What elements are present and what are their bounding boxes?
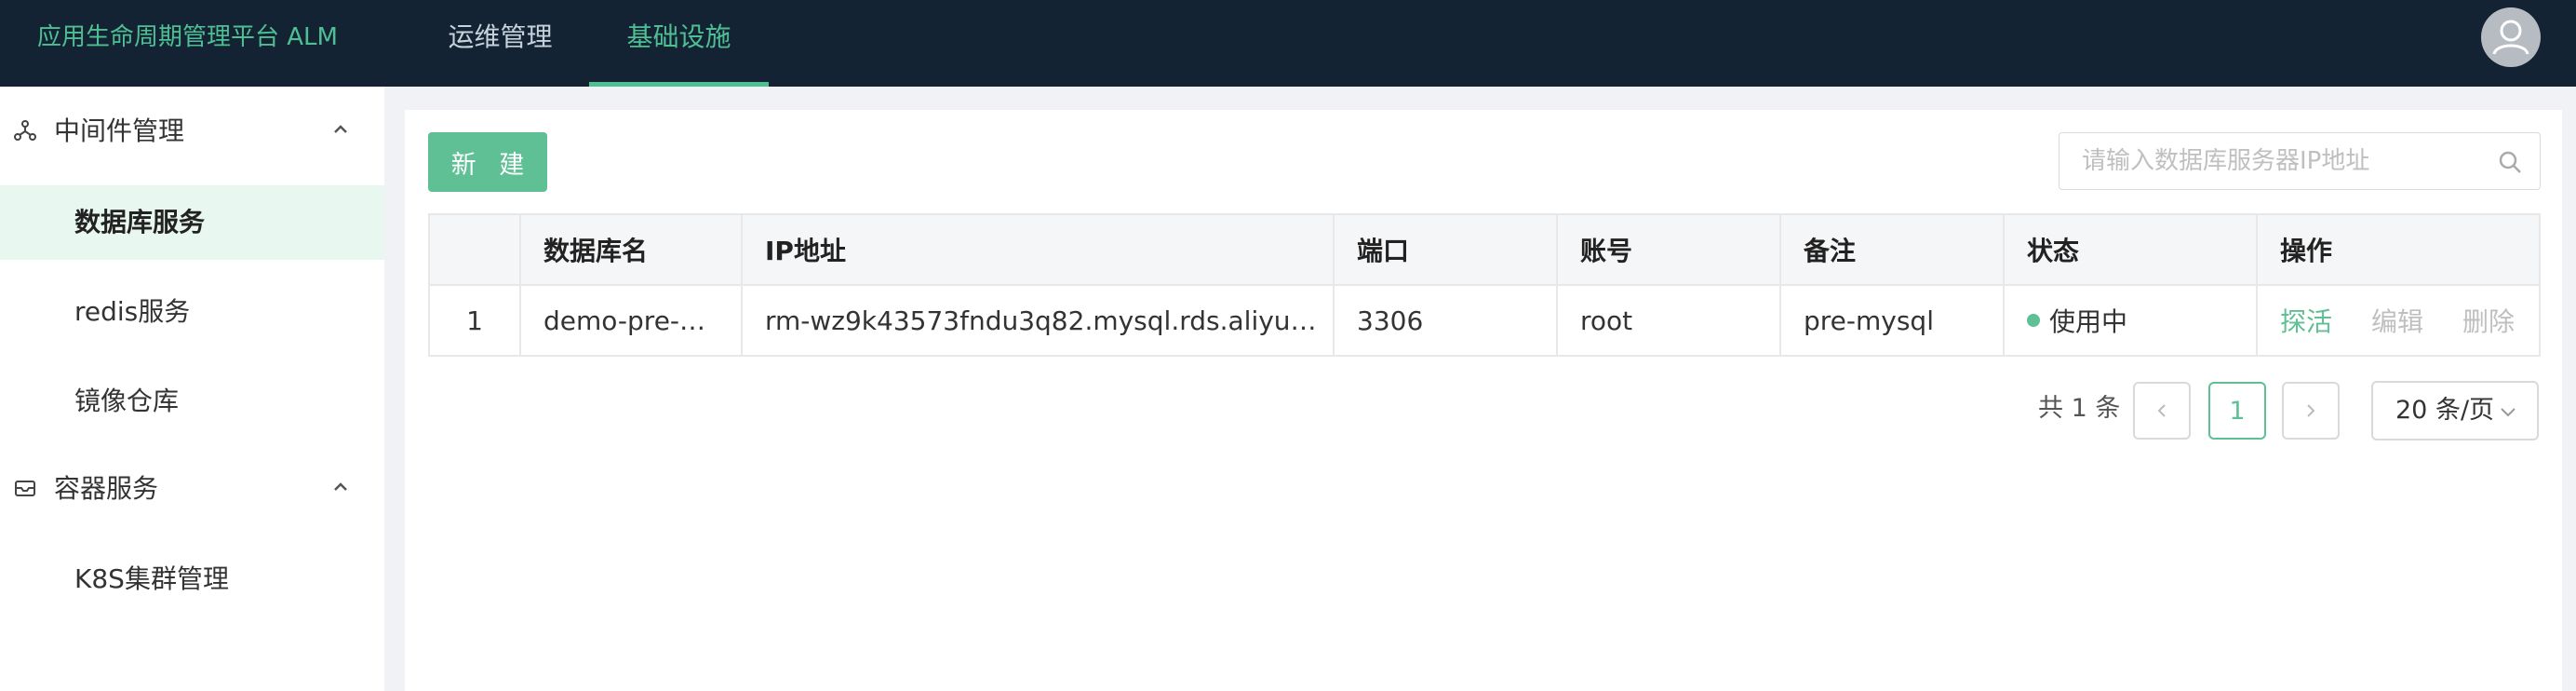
- page-number-button[interactable]: 1: [2208, 382, 2266, 440]
- status-dot-icon: [2027, 314, 2040, 327]
- sidebar-group-label: 中间件管理: [54, 115, 185, 146]
- sidebar-group-label: 容器服务: [54, 473, 159, 504]
- table-row: 1 demo-pre-… rm-wz9k43573fndu3q82.mysql.…: [430, 286, 2539, 355]
- search-icon[interactable]: [2497, 149, 2523, 175]
- sidebar: 中间件管理 数据库服务 redis服务 镜像仓库 容器服务 K8S集群管理: [0, 87, 384, 691]
- status-text: 使用中: [2049, 306, 2128, 337]
- chevron-up-icon: [334, 125, 347, 133]
- sidebar-item-redis-service[interactable]: redis服务: [0, 275, 384, 349]
- column-header-ip: IP地址: [741, 215, 1333, 284]
- top-navigation-bar: 应用生命周期管理平台 ALM 运维管理 基础设施: [0, 0, 2576, 87]
- cell-ip: rm-wz9k43573fndu3q82.mysql.rds.aliyunc…: [741, 286, 1333, 355]
- search-input[interactable]: [2059, 133, 2491, 189]
- tab-ops-management[interactable]: 运维管理: [428, 0, 572, 87]
- cell-port: 3306: [1333, 286, 1556, 355]
- app-title: 应用生命周期管理平台 ALM: [37, 23, 338, 51]
- column-header-remark: 备注: [1779, 215, 2003, 284]
- column-header-actions: 操作: [2256, 215, 2539, 284]
- delete-action[interactable]: 删除: [2462, 302, 2515, 339]
- database-table: 数据库名 IP地址 端口 账号 备注 状态 操作 1 demo-pre-… rm…: [428, 213, 2541, 357]
- column-header-status: 状态: [2003, 215, 2256, 284]
- cell-actions: 探活 编辑 删除: [2256, 286, 2539, 355]
- sidebar-item-k8s-cluster[interactable]: K8S集群管理: [0, 542, 384, 616]
- chevron-down-icon: [2501, 408, 2516, 417]
- next-page-button[interactable]: [2282, 382, 2340, 440]
- cell-status: 使用中: [2003, 286, 2256, 355]
- edit-action[interactable]: 编辑: [2371, 302, 2423, 339]
- nodes-icon: [14, 120, 36, 141]
- probe-action[interactable]: 探活: [2280, 302, 2332, 339]
- new-button[interactable]: 新 建: [428, 132, 547, 192]
- chevron-right-icon: [2307, 404, 2315, 417]
- sidebar-item-database-service[interactable]: 数据库服务: [0, 185, 384, 260]
- user-icon: [2483, 9, 2539, 65]
- db-name-text: demo-pre-…: [543, 305, 706, 336]
- sidebar-group-container[interactable]: 容器服务: [0, 444, 384, 534]
- chevron-left-icon: [2157, 404, 2166, 417]
- tab-infrastructure[interactable]: 基础设施: [589, 0, 769, 87]
- sidebar-group-middleware[interactable]: 中间件管理: [0, 87, 384, 176]
- sidebar-item-image-registry[interactable]: 镜像仓库: [0, 364, 384, 439]
- table-header-row: 数据库名 IP地址 端口 账号 备注 状态 操作: [430, 215, 2539, 286]
- page-size-select[interactable]: 20 条/页: [2371, 381, 2539, 440]
- box-icon: [15, 481, 35, 496]
- column-header-port: 端口: [1333, 215, 1556, 284]
- search-box: [2059, 132, 2541, 190]
- column-header-account: 账号: [1556, 215, 1779, 284]
- cell-remark: pre-mysql: [1779, 286, 2003, 355]
- cell-index: 1: [466, 305, 483, 336]
- prev-page-button[interactable]: [2133, 382, 2191, 440]
- pagination-total: 共 1 条: [2038, 394, 2121, 423]
- ip-text: rm-wz9k43573fndu3q82.mysql.rds.aliyunc…: [765, 305, 1333, 336]
- cell-account: root: [1556, 286, 1779, 355]
- user-avatar[interactable]: [2481, 7, 2541, 67]
- column-header-db-name: 数据库名: [519, 215, 741, 284]
- column-header-index: [430, 215, 519, 284]
- chevron-up-icon: [334, 482, 347, 491]
- cell-db-name: demo-pre-…: [519, 286, 741, 355]
- page-size-value: 20 条/页: [2395, 396, 2495, 425]
